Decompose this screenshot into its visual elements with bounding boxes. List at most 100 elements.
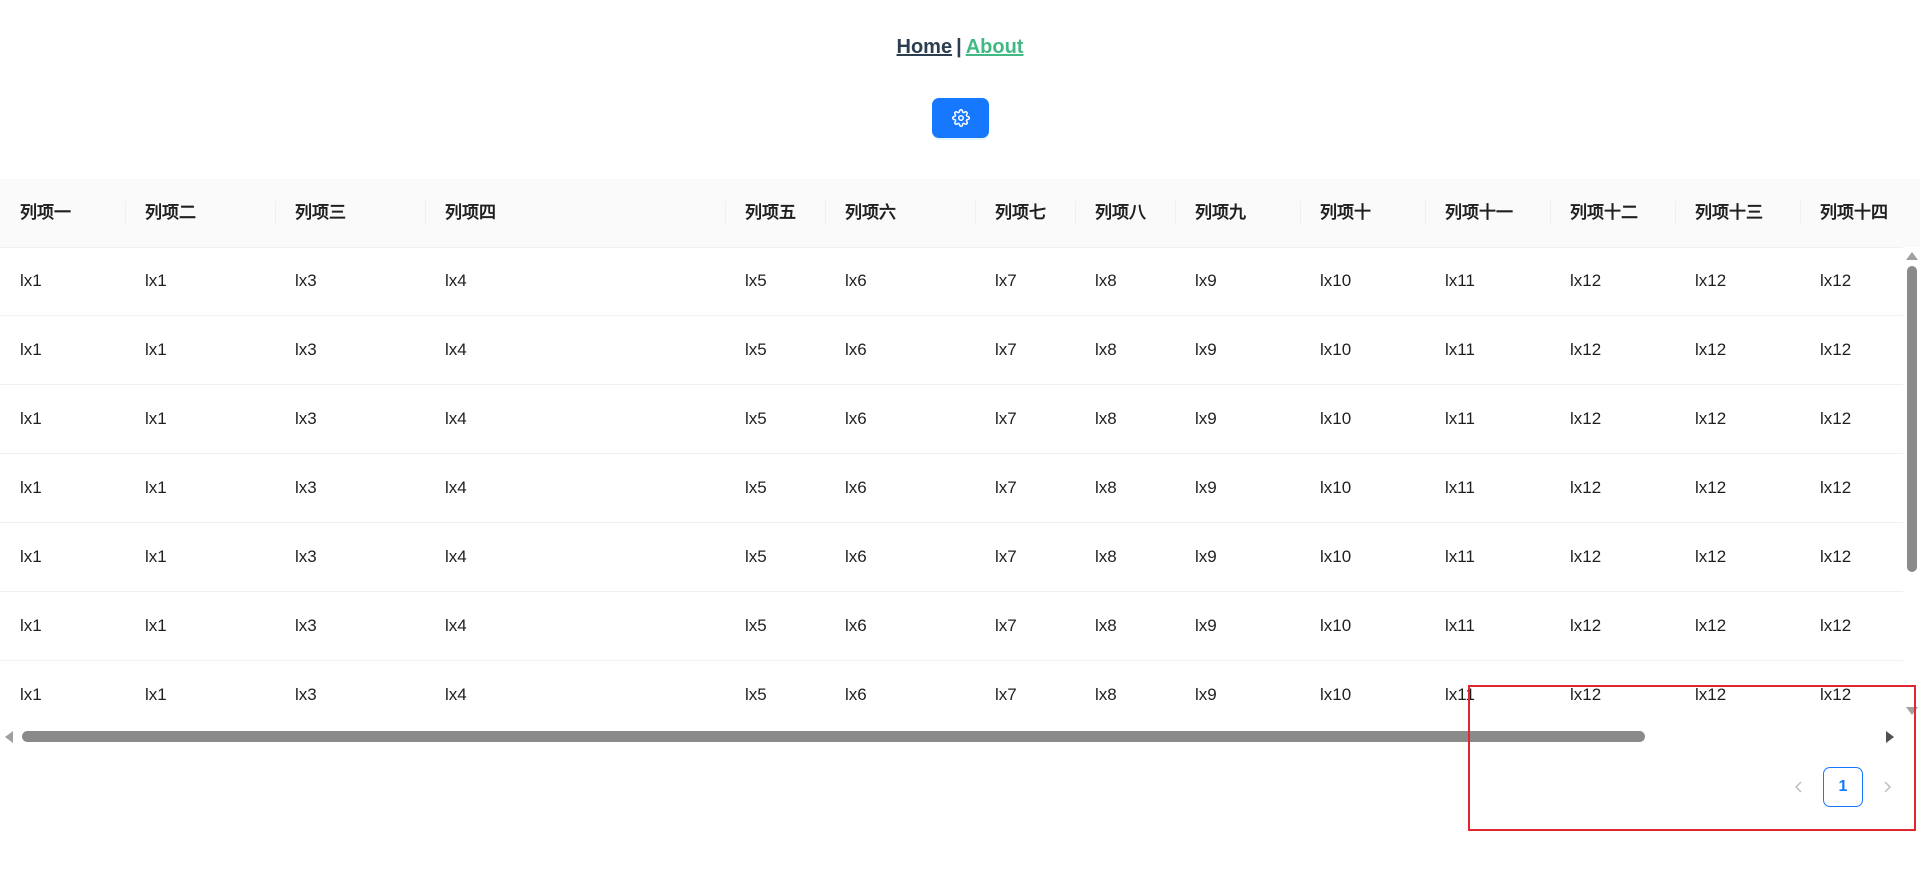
- column-header: 列项十四: [1820, 203, 1888, 222]
- column-header: 列项六: [845, 203, 896, 222]
- table-cell: lx1: [145, 616, 167, 635]
- table-cell: lx4: [445, 616, 467, 635]
- column-separator: [825, 201, 826, 225]
- table-cell: lx6: [845, 478, 867, 497]
- table-cell: lx6: [845, 271, 867, 290]
- table-cell: lx12: [1570, 340, 1602, 359]
- table-cell: lx10: [1320, 409, 1352, 428]
- table-cell: lx5: [745, 340, 767, 359]
- table-row[interactable]: lx1 lx1 lx3 lx4 lx5 lx6 lx7 lx8 lx9 lx10 lx11 lx12 l…: [0, 247, 1904, 316]
- data-table: 列项一 列项二 列项三 列项四 列项五 列项六 列项七 列项八 列项九 列项十 列项十一 列项十二 列项…: [0, 179, 1920, 747]
- settings-button[interactable]: [932, 98, 989, 138]
- table-cell: lx8: [1095, 340, 1117, 359]
- table-cell: lx4: [445, 340, 467, 359]
- table-row[interactable]: lx1 lx1 lx3 lx4 lx5 lx6 lx7 lx8 lx9 lx10 lx11 lx12 l…: [0, 385, 1904, 454]
- table-cell: lx4: [445, 685, 467, 704]
- table-row[interactable]: lx1 lx1 lx3 lx4 lx5 lx6 lx7 lx8 lx9 lx10 lx11 lx12 l…: [0, 523, 1904, 592]
- table-cell: lx12: [1695, 685, 1727, 704]
- table-header: 列项一 列项二 列项三 列项四 列项五 列项六 列项七 列项八 列项九 列项十 列项十一 列项十二 列项…: [0, 179, 1920, 248]
- table-cell: lx7: [995, 547, 1017, 566]
- vertical-scrollbar[interactable]: [1903, 247, 1920, 721]
- table-cell: lx8: [1095, 547, 1117, 566]
- table-cell: lx11: [1445, 409, 1475, 428]
- chevron-right-icon: [1881, 777, 1893, 798]
- page: Home | About 列项一 列项二 列项三 列项四 列项五 列项六 列项七 列项八 列项九 列项…: [0, 0, 1920, 869]
- table-cell: lx6: [845, 409, 867, 428]
- table-cell: lx1: [145, 340, 167, 359]
- horizontal-scroll-thumb[interactable]: [22, 731, 1645, 742]
- table-cell: lx12: [1570, 616, 1602, 635]
- scroll-down-arrow-icon[interactable]: [1906, 707, 1918, 715]
- table-cell: lx12: [1820, 409, 1852, 428]
- table-cell: lx8: [1095, 409, 1117, 428]
- column-header: 列项十: [1320, 203, 1371, 222]
- table-cell: lx10: [1320, 340, 1352, 359]
- table-cell: lx7: [995, 271, 1017, 290]
- table-cell: lx12: [1695, 478, 1727, 497]
- table-cell: lx4: [445, 409, 467, 428]
- column-header: 列项五: [745, 203, 796, 222]
- scroll-left-arrow-icon[interactable]: [5, 731, 13, 743]
- table-cell: lx9: [1195, 547, 1217, 566]
- table-cell: lx1: [145, 547, 167, 566]
- table-cell: lx3: [295, 547, 317, 566]
- table-cell: lx5: [745, 478, 767, 497]
- table-cell: lx12: [1820, 616, 1852, 635]
- horizontal-scrollbar[interactable]: [0, 727, 1904, 747]
- column-header: 列项二: [145, 203, 196, 222]
- table-cell: lx12: [1570, 478, 1602, 497]
- top-nav: Home | About: [0, 36, 1920, 59]
- table-cell: lx7: [995, 616, 1017, 635]
- scroll-up-arrow-icon[interactable]: [1906, 252, 1918, 260]
- table-cell: lx12: [1695, 409, 1727, 428]
- table-cell: lx1: [145, 409, 167, 428]
- table-cell: lx12: [1570, 547, 1602, 566]
- table-cell: lx1: [20, 478, 42, 497]
- table-cell: lx10: [1320, 271, 1352, 290]
- table-cell: lx11: [1445, 685, 1475, 704]
- table-cell: lx10: [1320, 547, 1352, 566]
- pagination-prev-button[interactable]: [1779, 767, 1819, 807]
- scroll-right-arrow-icon[interactable]: [1886, 731, 1894, 743]
- table-cell: lx9: [1195, 271, 1217, 290]
- pagination-next-button[interactable]: [1867, 767, 1907, 807]
- table-row[interactable]: lx1 lx1 lx3 lx4 lx5 lx6 lx7 lx8 lx9 lx10 lx11 lx12 l…: [0, 454, 1904, 523]
- column-separator: [1300, 201, 1301, 225]
- table-cell: lx3: [295, 616, 317, 635]
- table-row[interactable]: lx1 lx1 lx3 lx4 lx5 lx6 lx7 lx8 lx9 lx10 lx11 lx12 l…: [0, 661, 1904, 730]
- table-cell: lx10: [1320, 478, 1352, 497]
- column-separator: [1425, 201, 1426, 225]
- column-header: 列项四: [445, 203, 496, 222]
- table-cell: lx5: [745, 271, 767, 290]
- column-separator: [1550, 201, 1551, 225]
- gear-icon: [951, 109, 970, 127]
- vertical-scroll-thumb[interactable]: [1907, 266, 1917, 572]
- column-separator: [975, 201, 976, 225]
- table-cell: lx8: [1095, 478, 1117, 497]
- table-cell: lx7: [995, 409, 1017, 428]
- column-separator: [275, 201, 276, 225]
- table-cell: lx6: [845, 616, 867, 635]
- table-cell: lx9: [1195, 340, 1217, 359]
- table-cell: lx12: [1570, 409, 1602, 428]
- column-separator: [425, 201, 426, 225]
- table-row[interactable]: lx1 lx1 lx3 lx4 lx5 lx6 lx7 lx8 lx9 lx10 lx11 lx12 l…: [0, 592, 1904, 661]
- table-cell: lx9: [1195, 478, 1217, 497]
- column-header: 列项一: [20, 203, 71, 222]
- chevron-left-icon: [1793, 777, 1805, 798]
- column-separator: [725, 201, 726, 225]
- table-body[interactable]: lx1 lx1 lx3 lx4 lx5 lx6 lx7 lx8 lx9 lx10 lx11 lx12 l…: [0, 247, 1904, 731]
- about-link[interactable]: About: [966, 36, 1024, 58]
- table-cell: lx10: [1320, 685, 1352, 704]
- table-cell: lx11: [1445, 616, 1475, 635]
- table-cell: lx9: [1195, 616, 1217, 635]
- table-cell: lx8: [1095, 685, 1117, 704]
- pagination-page-1[interactable]: 1: [1823, 767, 1863, 807]
- column-header: 列项三: [295, 203, 346, 222]
- column-separator: [1800, 201, 1801, 225]
- table-cell: lx12: [1570, 271, 1602, 290]
- table-cell: lx5: [745, 409, 767, 428]
- table-row[interactable]: lx1 lx1 lx3 lx4 lx5 lx6 lx7 lx8 lx9 lx10 lx11 lx12 l…: [0, 316, 1904, 385]
- home-link[interactable]: Home: [897, 36, 953, 58]
- column-separator: [1175, 201, 1176, 225]
